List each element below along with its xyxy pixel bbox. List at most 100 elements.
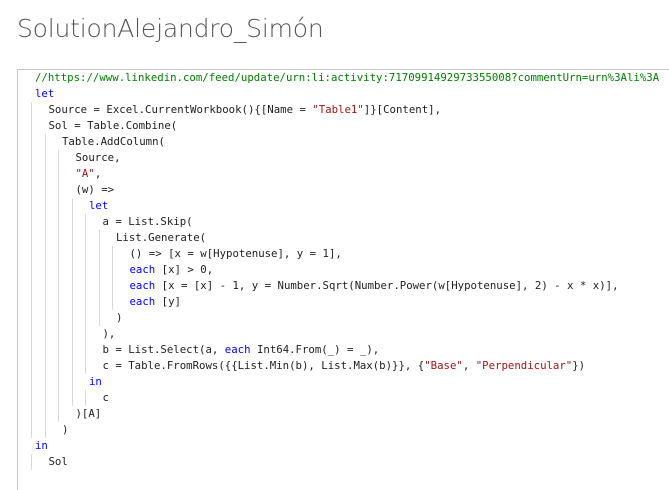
indent-guide xyxy=(44,198,46,214)
indent-guide xyxy=(31,150,32,166)
code-keyword: in xyxy=(89,375,102,388)
indent-guide xyxy=(71,230,73,246)
code-text: List.Generate( xyxy=(116,230,206,246)
indent-guide xyxy=(44,262,46,278)
indent-guide xyxy=(44,310,46,326)
indent-guide xyxy=(85,230,86,246)
code-text: ) xyxy=(116,310,122,326)
indent-guide xyxy=(58,166,59,182)
code-keyword: each xyxy=(129,263,156,276)
code-token: Table.AddColumn( xyxy=(62,135,165,148)
code-token: Sol = Table.Combine( xyxy=(48,119,178,132)
indent-guide xyxy=(44,150,46,166)
code-token: ) xyxy=(116,311,123,324)
indent-guide xyxy=(71,310,73,326)
code-token: [x = [x] - 1, y = Number.Sqrt(Number.Pow… xyxy=(155,279,619,292)
indent-guide xyxy=(98,262,100,278)
indent-guide xyxy=(58,182,59,198)
code-text: ), xyxy=(103,326,116,342)
indent-guide xyxy=(31,310,32,326)
indent-guide xyxy=(98,278,100,294)
code-token: )[A] xyxy=(75,407,102,420)
indent-guide xyxy=(85,310,86,326)
indent-guide xyxy=(44,294,46,310)
indent-guide xyxy=(98,246,100,262)
code-text: Source = Excel.CurrentWorkbook(){[Name =… xyxy=(49,102,442,118)
code-token: ) xyxy=(62,423,69,436)
indent-guide xyxy=(58,198,59,214)
code-text: each [x = [x] - 1, y = Number.Sqrt(Numbe… xyxy=(130,278,619,294)
indent-guide xyxy=(71,358,73,374)
indent-guide xyxy=(31,342,32,358)
indent-guide xyxy=(31,326,32,342)
code-text: c = Table.FromRows({{List.Min(b), List.M… xyxy=(103,358,586,374)
code-editor[interactable]: //https://www.linkedin.com/feed/update/u… xyxy=(17,69,669,490)
indent-guide xyxy=(31,230,32,246)
indent-guide xyxy=(112,246,113,262)
code-token: Sol xyxy=(48,455,68,468)
indent-guide xyxy=(85,358,86,374)
code-keyword: each xyxy=(129,279,156,292)
indent-guide xyxy=(112,262,113,278)
indent-guide xyxy=(58,342,59,358)
indent-guide xyxy=(85,278,86,294)
code-text: c xyxy=(103,390,109,406)
code-text: () => [x = w[Hypotenuse], y = 1], xyxy=(130,246,342,262)
indent-guide xyxy=(44,246,46,262)
indent-guide xyxy=(31,262,32,278)
code-token: ), xyxy=(102,327,116,340)
code-string: "Table1" xyxy=(312,103,364,116)
indent-guide xyxy=(31,102,32,118)
indent-guide xyxy=(44,374,46,390)
code-string: "Base" xyxy=(424,359,463,372)
code-text: b = List.Select(a, each Int64.From(_) = … xyxy=(103,342,380,358)
indent-guide xyxy=(31,214,32,230)
code-text: let xyxy=(89,198,108,214)
code-text: Table.AddColumn( xyxy=(62,134,165,150)
code-token: List.Generate( xyxy=(116,231,207,244)
indent-guide xyxy=(85,294,86,310)
code-keyword: let xyxy=(89,199,109,212)
indent-guide xyxy=(31,246,32,262)
indent-guide xyxy=(71,214,73,230)
indent-guide xyxy=(44,182,46,198)
code-token: }) xyxy=(572,359,586,372)
indent-guide xyxy=(58,246,59,262)
indent-guide xyxy=(58,262,59,278)
indent-guide xyxy=(71,374,73,390)
indent-guide xyxy=(44,230,46,246)
indent-guide xyxy=(58,278,59,294)
indent-guide xyxy=(31,166,32,182)
indent-guide xyxy=(112,294,113,310)
indent-guide xyxy=(31,358,32,374)
code-keyword: each xyxy=(129,295,156,308)
indent-guide xyxy=(98,310,100,326)
indent-guide xyxy=(98,294,100,310)
indent-guide xyxy=(85,390,86,406)
indent-guide xyxy=(31,198,32,214)
indent-guide xyxy=(71,246,73,262)
indent-guide xyxy=(31,374,32,390)
indent-guide xyxy=(58,374,59,390)
code-comment: //https://www.linkedin.com/feed/update/u… xyxy=(35,71,660,84)
code-text: in xyxy=(35,438,48,454)
indent-guide xyxy=(44,166,46,182)
indent-guide xyxy=(71,326,73,342)
indent-guide xyxy=(44,406,46,422)
indent-guide xyxy=(44,358,46,374)
indent-guide xyxy=(58,390,59,406)
indent-guide xyxy=(58,294,59,310)
indent-guide xyxy=(44,422,46,438)
page-title: SolutionAlejandro_Simón xyxy=(17,14,324,43)
indent-guide xyxy=(112,278,113,294)
indent-guide xyxy=(31,134,32,150)
indent-guide xyxy=(58,406,59,422)
indent-guide xyxy=(58,230,59,246)
code-token: , xyxy=(462,359,476,372)
code-token: Source = Excel.CurrentWorkbook(){[Name = xyxy=(48,103,313,116)
indent-guide xyxy=(71,198,73,214)
indent-guide xyxy=(58,310,59,326)
code-text: Sol = Table.Combine( xyxy=(49,118,178,134)
indent-guide xyxy=(98,230,100,246)
code-token: () => [x = w[Hypotenuse], y = 1], xyxy=(129,247,342,260)
